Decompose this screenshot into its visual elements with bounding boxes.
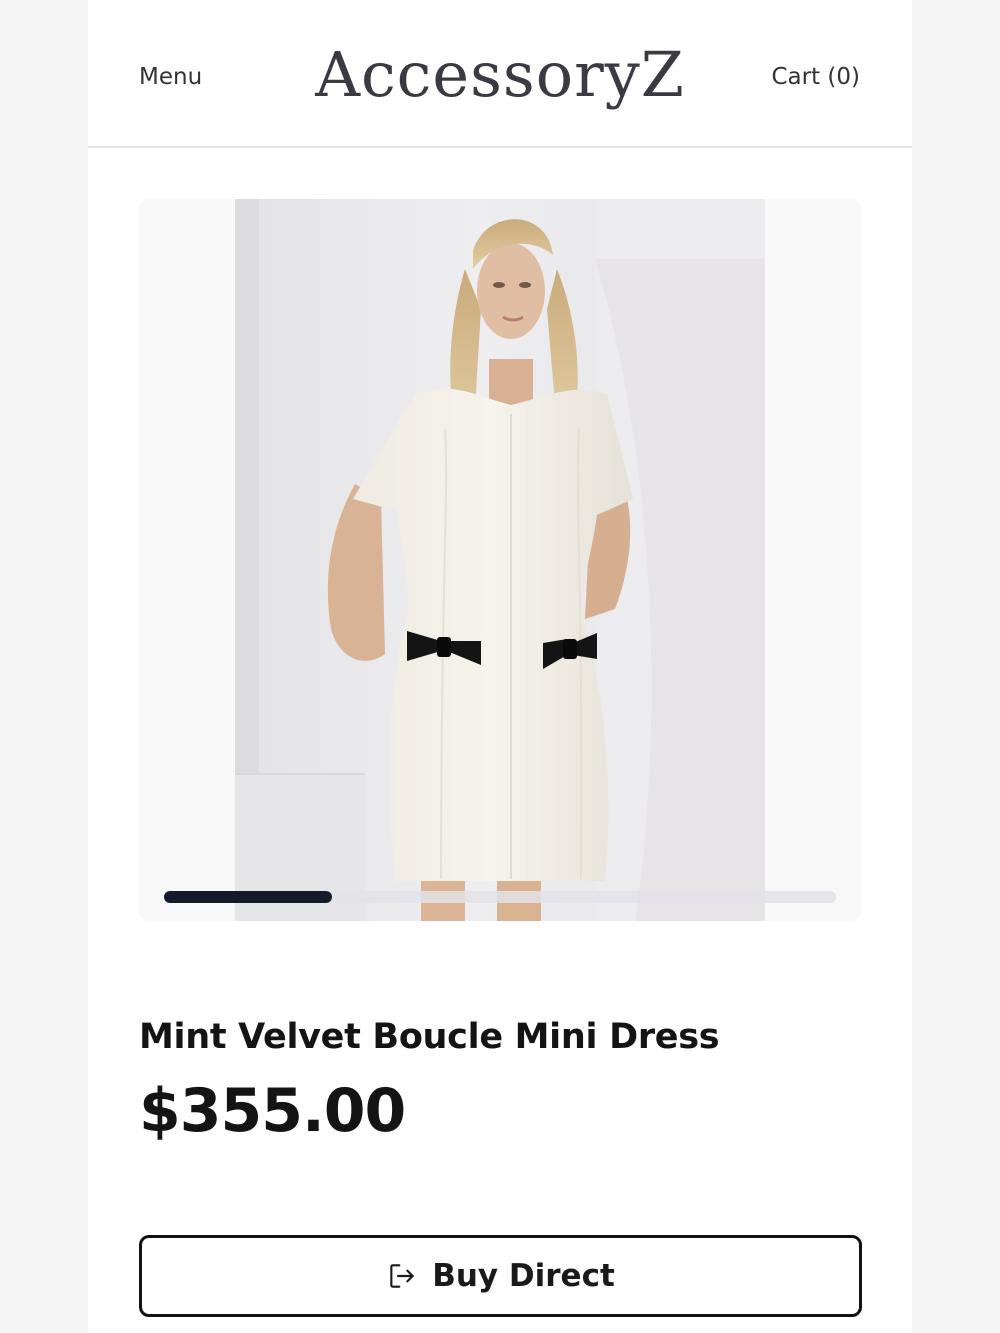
product-page: Menu AccessoryZ Cart (0) Mint Velvet Bou…: [88, 0, 912, 1333]
product-title: Mint Velvet Boucle Mini Dress: [139, 1017, 720, 1058]
product-photo: [235, 199, 765, 921]
site-header: Menu AccessoryZ Cart (0): [88, 0, 912, 148]
buy-direct-label: Buy Direct: [432, 1258, 615, 1294]
product-image-gallery[interactable]: [139, 199, 861, 921]
sign-out-icon: [390, 1264, 414, 1288]
buy-direct-button[interactable]: Buy Direct: [139, 1235, 862, 1317]
gallery-progress-fill: [164, 891, 332, 903]
cart-button[interactable]: Cart (0): [771, 64, 860, 90]
gallery-progress-track: [164, 891, 836, 903]
product-price: $355.00: [139, 1076, 406, 1146]
